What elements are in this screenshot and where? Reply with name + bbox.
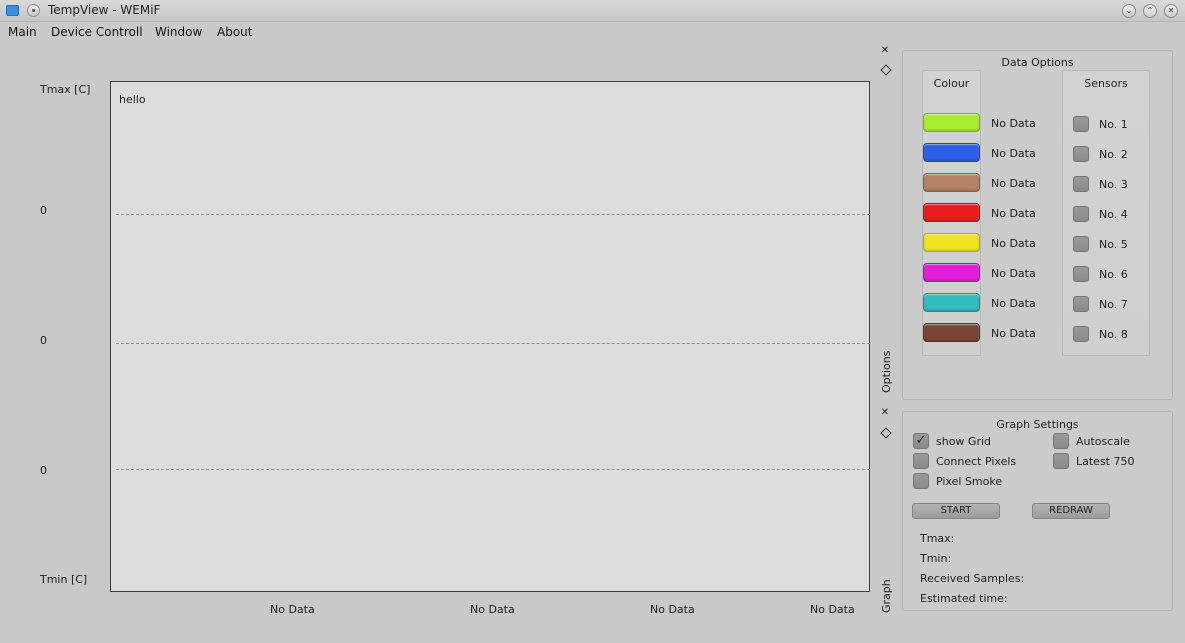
sensor-label: No. 5	[1099, 238, 1128, 251]
x-label: No Data	[650, 603, 695, 616]
colour-swatch-button[interactable]	[923, 323, 980, 342]
sensor-label: No. 7	[1099, 298, 1128, 311]
sensor-status: No Data	[991, 297, 1036, 310]
sensor-status: No Data	[991, 207, 1036, 220]
panel-title: Graph Settings	[996, 418, 1079, 431]
sensor-checkbox[interactable]	[1073, 206, 1089, 222]
sensor-label: No. 8	[1099, 328, 1128, 341]
start-button[interactable]: START	[912, 503, 1000, 519]
tmin-label: Tmin:	[920, 552, 952, 565]
pixel-smoke-label: Pixel Smoke	[936, 475, 1003, 488]
x-label: No Data	[270, 603, 315, 616]
sensor-status: No Data	[991, 237, 1036, 250]
colour-swatch-button[interactable]	[923, 173, 980, 192]
sensor-label: No. 1	[1099, 118, 1128, 131]
sensor-status: No Data	[991, 147, 1036, 160]
sensor-checkbox[interactable]	[1073, 296, 1089, 312]
window-title: TempView - WEMiF	[48, 3, 161, 17]
title-bar: TempView - WEMiF ⌄ ⌃ ✕	[0, 0, 1185, 22]
show-grid-label: show Grid	[936, 435, 992, 448]
redraw-button[interactable]: REDRAW	[1032, 503, 1110, 519]
sensor-checkbox[interactable]	[1073, 326, 1089, 342]
menu-bar: Main Device Controll Window About	[0, 22, 1185, 42]
colour-swatch-button[interactable]	[923, 203, 980, 222]
colour-swatch-button[interactable]	[923, 263, 980, 282]
latest-label: Latest 750	[1076, 455, 1135, 468]
sensor-status: No Data	[991, 327, 1036, 340]
menu-window[interactable]: Window	[155, 25, 202, 39]
y-label-tick: 0	[40, 204, 47, 217]
connect-pixels-label: Connect Pixels	[936, 455, 1017, 468]
sensor-checkbox[interactable]	[1073, 176, 1089, 192]
sensor-status: No Data	[991, 177, 1036, 190]
sensors-header: Sensors	[1084, 77, 1128, 90]
sensor-label: No. 2	[1099, 148, 1128, 161]
sensor-label: No. 4	[1099, 208, 1128, 221]
connect-pixels-checkbox[interactable]	[913, 453, 929, 469]
sensor-label: No. 3	[1099, 178, 1128, 191]
grid-line	[116, 343, 870, 344]
sensor-status: No Data	[991, 267, 1036, 280]
sensor-checkbox[interactable]	[1073, 116, 1089, 132]
minimize-icon[interactable]: ⌄	[1122, 4, 1136, 18]
colour-swatch-button[interactable]	[923, 113, 980, 132]
app-icon	[6, 5, 19, 16]
estimated-time-label: Estimated time:	[920, 592, 1008, 605]
x-label: No Data	[470, 603, 515, 616]
autoscale-checkbox[interactable]	[1053, 433, 1069, 449]
sensor-checkbox[interactable]	[1073, 266, 1089, 282]
colour-swatch-button[interactable]	[923, 293, 980, 312]
graph-dock-close-icon[interactable]: ✕	[880, 408, 890, 418]
autoscale-label: Autoscale	[1076, 435, 1130, 448]
grid-line	[116, 469, 870, 470]
sensor-label: No. 6	[1099, 268, 1128, 281]
graph-dock-title: Graph	[880, 579, 893, 613]
tmax-label: Tmax:	[920, 532, 955, 545]
show-grid-checkbox[interactable]: ✓	[913, 433, 929, 449]
graph-canvas[interactable]: hello	[110, 81, 870, 592]
maximize-icon[interactable]: ⌃	[1143, 4, 1157, 18]
graph-text: hello	[119, 93, 146, 106]
options-dock-float-icon[interactable]	[880, 64, 892, 76]
close-icon[interactable]: ✕	[1164, 4, 1178, 18]
pixel-smoke-checkbox[interactable]	[913, 473, 929, 489]
options-dock-title: Options	[880, 350, 893, 393]
graph-dock-float-icon[interactable]	[880, 427, 892, 439]
window-menu-icon[interactable]	[27, 4, 40, 17]
colour-header: Colour	[933, 77, 970, 90]
sensor-checkbox[interactable]	[1073, 146, 1089, 162]
menu-main[interactable]: Main	[8, 25, 37, 39]
grid-line	[116, 214, 870, 215]
menu-about[interactable]: About	[217, 25, 252, 39]
sensor-checkbox[interactable]	[1073, 236, 1089, 252]
colour-swatch-button[interactable]	[923, 143, 980, 162]
received-samples-label: Received Samples:	[920, 572, 1025, 585]
sensor-status: No Data	[991, 117, 1036, 130]
y-label-tick: 0	[40, 334, 47, 347]
x-label: No Data	[810, 603, 855, 616]
options-dock-close-icon[interactable]: ✕	[880, 46, 890, 56]
y-label-tmax: Tmax [C]	[40, 83, 91, 96]
y-label-tmin: Tmin [C]	[40, 573, 88, 586]
colour-swatch-button[interactable]	[923, 233, 980, 252]
latest-checkbox[interactable]	[1053, 453, 1069, 469]
panel-title: Data Options	[1001, 56, 1074, 69]
y-label-tick: 0	[40, 464, 47, 477]
menu-device-controll[interactable]: Device Controll	[51, 25, 143, 39]
